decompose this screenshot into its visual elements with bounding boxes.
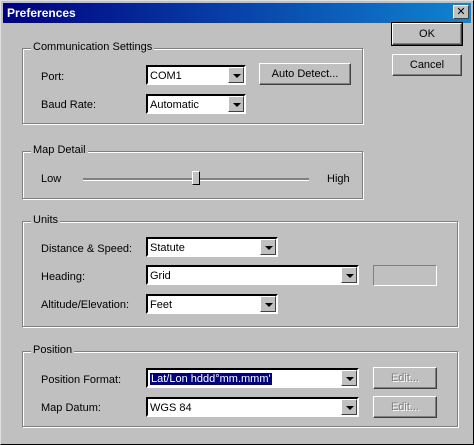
cancel-button[interactable]: Cancel <box>392 54 462 76</box>
title-bar[interactable]: Preferences ✕ <box>3 3 471 23</box>
map-datum-combo[interactable]: WGS 84 <box>146 397 359 417</box>
baud-rate-combo[interactable]: Automatic <box>146 94 246 114</box>
altitude-elevation-label: Altitude/Elevation: <box>41 299 130 311</box>
port-combo[interactable]: COM1 <box>146 65 246 85</box>
units-legend: Units <box>31 214 61 226</box>
ok-button[interactable]: OK <box>391 22 463 46</box>
chevron-down-icon[interactable] <box>341 370 357 386</box>
map-datum-label: Map Datum: <box>41 402 101 414</box>
heading-offset-field <box>373 265 437 286</box>
chevron-down-icon[interactable] <box>228 96 244 112</box>
slider-low-label: Low <box>41 173 62 185</box>
chevron-down-icon[interactable] <box>341 399 357 415</box>
position-format-combo[interactable]: Lat/Lon hddd°mm.mmm' <box>146 368 359 388</box>
chevron-down-icon[interactable] <box>260 239 276 255</box>
chevron-down-icon[interactable] <box>228 67 244 83</box>
slider-high-label: High <box>327 173 350 185</box>
distance-speed-value: Statute <box>150 242 185 254</box>
baud-rate-value: Automatic <box>150 99 199 111</box>
position-format-edit-button[interactable]: Edit... <box>373 367 437 389</box>
heading-label: Heading: <box>41 271 86 283</box>
port-label: Port: <box>41 71 65 83</box>
communication-settings-legend: Communication Settings <box>31 41 155 53</box>
heading-value: Grid <box>150 270 171 282</box>
position-legend: Position <box>31 344 75 356</box>
map-detail-slider-thumb[interactable] <box>192 171 200 185</box>
distance-speed-combo[interactable]: Statute <box>146 237 278 257</box>
chevron-down-icon[interactable] <box>341 267 357 283</box>
auto-detect-button[interactable]: Auto Detect... <box>259 63 351 85</box>
window-title: Preferences <box>7 6 76 20</box>
position-format-value: Lat/Lon hddd°mm.mmm' <box>149 372 273 386</box>
map-datum-edit-button[interactable]: Edit... <box>373 396 437 418</box>
distance-speed-label: Distance & Speed: <box>41 243 133 255</box>
altitude-elevation-value: Feet <box>150 299 173 311</box>
port-value: COM1 <box>150 70 182 82</box>
preferences-dialog: Preferences ✕ OK Cancel Communication Se… <box>0 0 474 445</box>
baud-rate-label: Baud Rate: <box>41 99 97 111</box>
chevron-down-icon[interactable] <box>260 296 276 312</box>
altitude-elevation-combo[interactable]: Feet <box>146 294 278 314</box>
heading-combo[interactable]: Grid <box>146 265 359 285</box>
map-datum-value: WGS 84 <box>150 402 192 414</box>
position-format-label: Position Format: <box>41 374 122 386</box>
map-detail-legend: Map Detail <box>31 144 88 156</box>
close-icon[interactable]: ✕ <box>453 5 469 19</box>
